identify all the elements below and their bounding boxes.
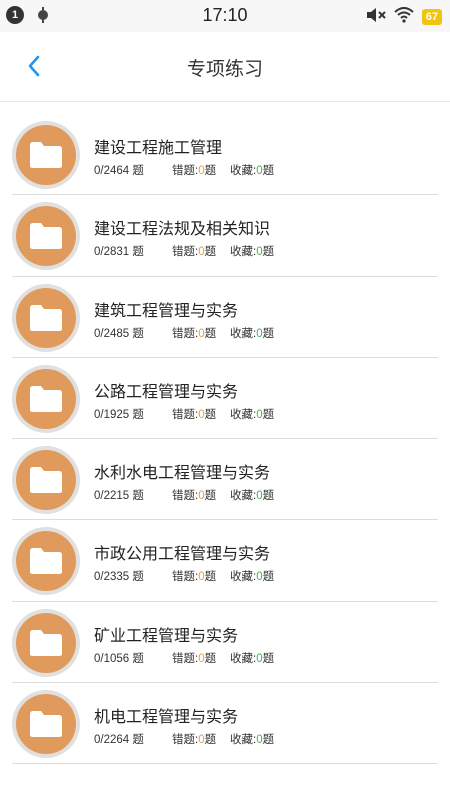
item-title: 市政公用工程管理与实务 — [94, 544, 271, 564]
wifi-icon — [394, 7, 414, 27]
list-item[interactable]: 矿业工程管理与实务 0/1056 题 错题:0题 收藏:0题 — [12, 602, 438, 684]
item-wrong-count: 错题:0题 — [172, 490, 217, 503]
item-title: 建筑工程管理与实务 — [94, 300, 239, 320]
item-progress: 0/2831 题 — [94, 246, 144, 259]
item-meta: 0/2335 题 错题:0题 收藏:0题 — [94, 568, 274, 584]
folder-icon — [16, 531, 76, 592]
item-title: 水利水电工程管理与实务 — [94, 463, 271, 483]
item-wrong-count: 错题:0题 — [172, 652, 217, 665]
item-fav-count: 收藏:0题 — [230, 327, 275, 340]
status-right: 67 — [366, 7, 442, 27]
item-progress: 0/2335 题 — [94, 571, 144, 584]
list-item[interactable]: 公路工程管理与实务 0/1925 题 错题:0题 收藏:0题 — [12, 358, 438, 440]
item-wrong-count: 错题:0题 — [172, 571, 217, 584]
list-item[interactable]: 市政公用工程管理与实务 0/2335 题 错题:0题 收藏:0题 — [12, 520, 438, 602]
folder-icon — [16, 694, 76, 755]
item-progress: 0/2485 题 — [94, 327, 144, 340]
list-item[interactable]: 水利水电工程管理与实务 0/2215 题 错题:0题 收藏:0题 — [12, 439, 438, 521]
header: 专项练习 — [0, 32, 450, 102]
item-avatar — [12, 527, 80, 596]
item-title: 矿业工程管理与实务 — [94, 625, 239, 645]
list-item[interactable]: 建筑工程管理与实务 0/2485 题 错题:0题 收藏:0题 — [12, 277, 438, 358]
status-bar: 1 17:10 67 — [0, 0, 450, 32]
item-progress: 0/1925 题 — [94, 408, 144, 421]
item-avatar — [12, 283, 80, 352]
page-title: 专项练习 — [186, 58, 263, 80]
item-meta: 0/2831 题 错题:0题 收藏:0题 — [94, 243, 274, 259]
item-wrong-count: 错题:0题 — [172, 327, 217, 340]
item-title: 公路工程管理与实务 — [94, 381, 239, 401]
item-progress: 0/2464 题 — [94, 165, 144, 177]
item-progress: 0/1056 题 — [94, 652, 144, 665]
item-fav-count: 收藏:0题 — [230, 490, 275, 503]
item-title: 建设工程施工管理 — [94, 138, 223, 157]
list-item[interactable]: 建设工程法规及相关知识 0/2831 题 错题:0题 收藏:0题 — [12, 195, 438, 277]
folder-icon — [16, 287, 76, 348]
folder-icon — [16, 206, 76, 267]
list-item[interactable]: 建设工程施工管理 0/2464 题 错题:0题 收藏:0题 — [12, 114, 438, 196]
folder-icon — [16, 612, 76, 673]
item-wrong-count: 错题:0题 — [172, 165, 217, 177]
item-fav-count: 收藏:0题 — [230, 246, 275, 259]
item-meta: 0/1056 题 错题:0题 收藏:0题 — [94, 650, 274, 666]
item-meta: 0/2464 题 错题:0题 收藏:0题 — [94, 162, 274, 178]
item-fav-count: 收藏:0题 — [230, 734, 275, 747]
item-wrong-count: 错题:0题 — [172, 734, 217, 747]
item-meta: 0/1925 题 错题:0题 收藏:0题 — [94, 406, 274, 422]
item-title: 机电工程管理与实务 — [94, 707, 239, 727]
item-avatar — [12, 690, 80, 759]
item-title: 建设工程法规及相关知识 — [94, 219, 271, 239]
item-fav-count: 收藏:0题 — [230, 652, 275, 665]
mute-icon — [366, 7, 386, 27]
item-avatar — [12, 364, 80, 433]
item-fav-count: 收藏:0题 — [230, 165, 275, 177]
item-wrong-count: 错题:0题 — [172, 246, 217, 259]
item-meta: 0/2215 题 错题:0题 收藏:0题 — [94, 487, 274, 503]
item-progress: 0/2264 题 — [94, 734, 144, 747]
list-item[interactable]: 机电工程管理与实务 0/2264 题 错题:0题 收藏:0题 — [12, 683, 438, 765]
item-avatar — [12, 446, 80, 515]
folder-icon — [16, 450, 76, 511]
item-meta: 0/2485 题 错题:0题 收藏:0题 — [94, 325, 274, 341]
battery-icon: 67 — [421, 9, 442, 25]
item-meta: 0/2264 题 错题:0题 收藏:0题 — [94, 731, 274, 747]
folder-icon — [16, 368, 76, 429]
item-progress: 0/2215 题 — [94, 490, 144, 503]
item-fav-count: 收藏:0题 — [230, 408, 275, 421]
item-avatar — [12, 202, 80, 271]
practice-list: 建设工程施工管理 0/2464 题错题:0题 收藏:0题 建设工程法规及相关知识 0/2… — [0, 114, 450, 765]
item-wrong-count: 错题:0题 — [172, 408, 217, 421]
folder-icon — [16, 125, 76, 185]
item-avatar — [12, 121, 80, 189]
item-fav-count: 收藏:0题 — [230, 571, 275, 584]
item-avatar — [12, 608, 80, 677]
